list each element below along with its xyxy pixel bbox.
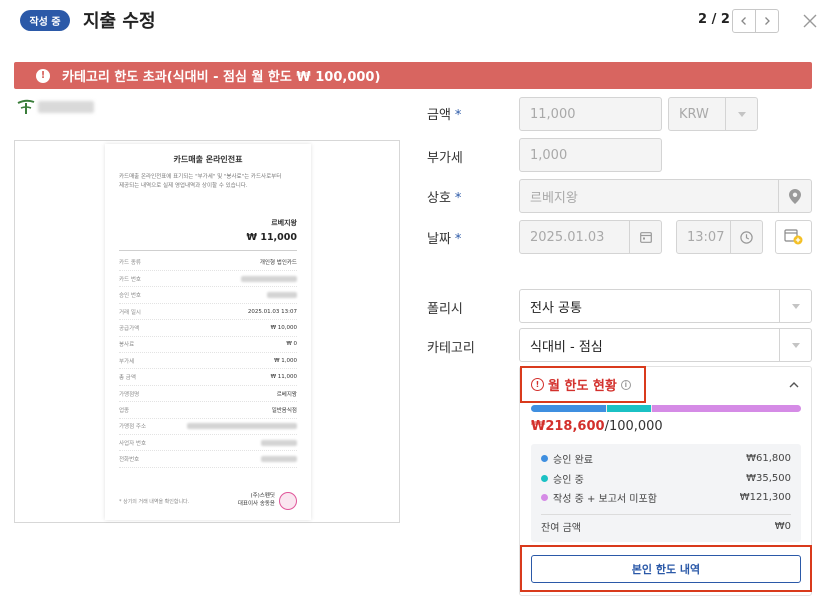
time-input[interactable]: 13:07 — [676, 220, 763, 254]
date-value: 2025.01.03 — [530, 229, 605, 245]
currency-value: KRW — [679, 106, 709, 122]
merchant-value: 르베지왕 — [530, 190, 578, 206]
receipt-row: 업종 일반음식점 — [119, 402, 297, 419]
policy-label: 폴리시 — [427, 302, 463, 317]
merchant-label: 상호 * — [427, 191, 462, 206]
receipt-row: 전화번호 — [119, 451, 297, 468]
time-picker-button[interactable] — [730, 221, 762, 253]
limit-total-amount: /100,000 — [604, 419, 663, 434]
currency-select[interactable]: KRW — [668, 97, 758, 131]
limit-usage-bar — [531, 405, 801, 412]
receipt-row: 거래 일시 2025.01.03 13:07 — [119, 304, 297, 321]
receipt-image: 카드매출 온라인전표 카드매출 온라인전표에 표기되는 "부가세" 및 "봉사료… — [105, 144, 311, 520]
receipt-row: 카드 종류 개인형 법인카드 — [119, 255, 297, 272]
receipt-row: 카드 번호 — [119, 271, 297, 288]
legend-dot — [541, 494, 548, 502]
limit-bar-segment — [531, 405, 607, 412]
limit-amount: ₩218,600/100,000 — [531, 419, 663, 434]
alert-message: 카테고리 한도 초과(식대비 - 점심 월 한도 ₩ 100,000) — [62, 70, 381, 85]
status-badge: 작성 중 — [20, 10, 70, 31]
policy-value: 전사 공통 — [530, 300, 582, 316]
receipt-merchant: 르베지왕 — [271, 218, 297, 227]
breakdown-row-draft: 작성 중 + 보고서 미포함 ₩121,300 — [541, 488, 791, 508]
add-schedule-button[interactable] — [775, 220, 812, 254]
close-icon — [803, 14, 817, 28]
own-limit-history-button[interactable]: 본인 한도 내역 — [531, 555, 801, 583]
next-button[interactable] — [755, 9, 779, 33]
receipt-row: 가맹점명 르베지왕 — [119, 386, 297, 403]
receipt-row: 공급가액 ₩ 10,000 — [119, 320, 297, 337]
date-label: 날짜 * — [427, 232, 462, 247]
legend-dot — [541, 474, 548, 482]
amount-input[interactable]: 11,000 — [519, 97, 662, 131]
breakdown-row-remaining: 잔여 금액 ₩0 — [541, 520, 791, 534]
time-value: 13:07 — [687, 229, 725, 245]
company-logo-icon — [17, 99, 35, 114]
receipt-title: 카드매출 온라인전표 — [173, 155, 243, 164]
company-name-redacted — [38, 101, 94, 113]
caret-down-icon — [791, 303, 800, 309]
policy-select[interactable]: 전사 공통 — [519, 289, 812, 323]
map-pin-icon — [789, 188, 801, 204]
calendar-icon — [639, 232, 652, 243]
page-title: 지출 수정 — [83, 11, 156, 32]
receipt-amount: ₩ 11,000 — [119, 232, 297, 251]
close-button[interactable] — [800, 11, 820, 31]
category-label: 카테고리 — [427, 341, 475, 356]
calendar-add-icon — [783, 229, 802, 245]
chevron-right-icon — [765, 17, 770, 25]
breakdown-row-pending: 승인 중 ₩35,500 — [541, 469, 791, 489]
exclamation-icon: ! — [36, 68, 50, 83]
category-select[interactable]: 식대비 - 점심 — [519, 328, 812, 362]
policy-dropdown[interactable] — [779, 290, 811, 322]
vat-input[interactable]: 1,000 — [519, 138, 662, 172]
category-dropdown[interactable] — [779, 329, 811, 361]
receipt-row: 가맹점 주소 — [119, 419, 297, 435]
breakdown-row-approved: 승인 완료 ₩61,800 — [541, 449, 791, 469]
receipt-row: 총 금액 ₩ 11,000 — [119, 369, 297, 386]
calendar-button[interactable] — [629, 221, 661, 253]
limit-breakdown: 승인 완료 ₩61,800 승인 중 ₩35,500 작성 중 + 보고서 미포… — [531, 444, 801, 542]
receipt-row: 승인 번호 — [119, 287, 297, 304]
clock-icon — [740, 230, 753, 244]
limit-exceeded-alert: ! 카테고리 한도 초과(식대비 - 점심 월 한도 ₩ 100,000) — [14, 62, 812, 89]
pager-indicator: 2 / 2 — [698, 12, 730, 27]
merchant-input[interactable]: 르베지왕 — [519, 179, 812, 213]
limit-used-amount: ₩218,600 — [531, 419, 605, 434]
amount-label: 금액 * — [427, 108, 462, 123]
location-button[interactable] — [778, 180, 811, 212]
limit-bar-segment — [651, 405, 801, 412]
vat-label: 부가세 — [427, 151, 463, 166]
date-input[interactable]: 2025.01.03 — [519, 220, 662, 254]
legend-dot — [541, 455, 548, 463]
receipt-footer: * 상기의 거래 내역을 확인합니다. (주)스펜딧 대표이사 송동윤 — [119, 492, 297, 510]
company-seal-icon — [279, 492, 297, 510]
receipt-row: 사업자 번호 — [119, 435, 297, 452]
category-value: 식대비 - 점심 — [530, 339, 603, 355]
previous-button[interactable] — [732, 9, 756, 33]
receipt-row: 부가세 ₩ 1,000 — [119, 353, 297, 370]
caret-down-icon — [791, 342, 800, 348]
currency-dropdown[interactable] — [725, 98, 757, 130]
annotation-highlight-box — [520, 366, 646, 403]
limit-bar-segment — [607, 405, 651, 412]
chevron-left-icon — [741, 17, 746, 25]
receipt-viewer[interactable]: 카드매출 온라인전표 카드매출 온라인전표에 표기되는 "부가세" 및 "봉사료… — [14, 140, 400, 523]
receipt-note: 카드매출 온라인전표에 표기되는 "부가세" 및 "봉사료"는 카드사로부터 제… — [119, 174, 282, 190]
chevron-up-icon[interactable] — [788, 379, 800, 391]
receipt-row: 봉사료 ₩ 0 — [119, 337, 297, 354]
caret-down-icon — [737, 111, 746, 117]
